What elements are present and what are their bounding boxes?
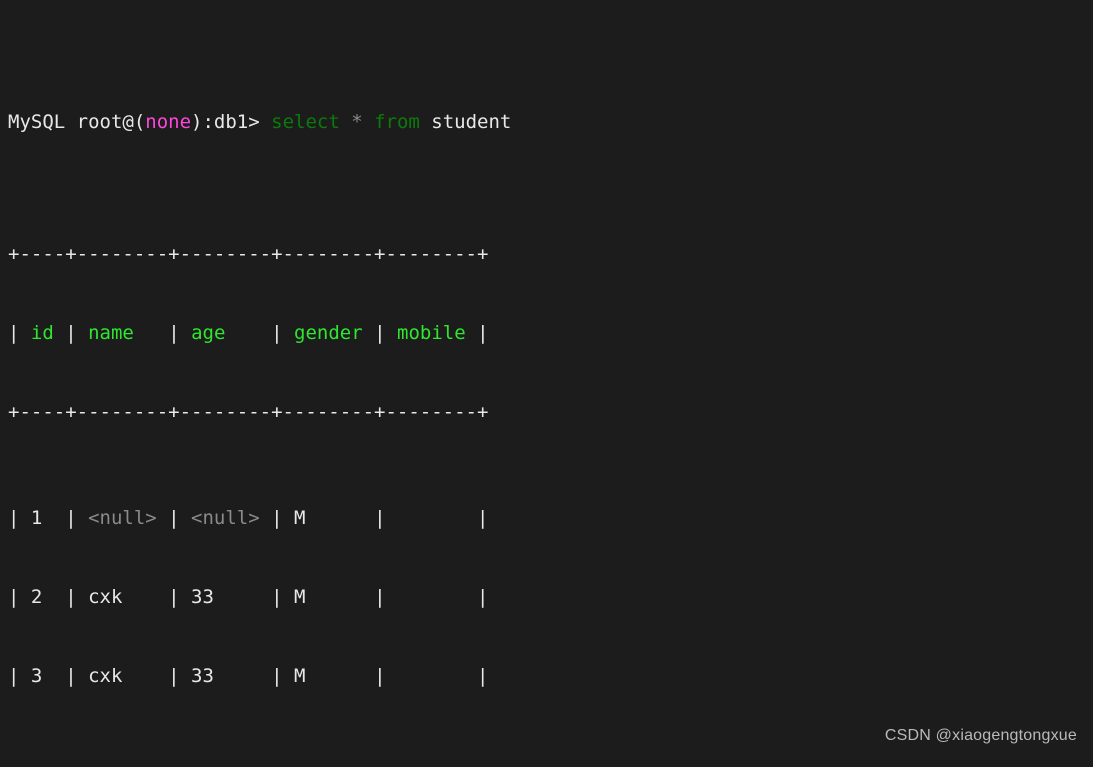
table1-header-sep-4: | bbox=[362, 321, 398, 344]
table1-column-gender: gender bbox=[294, 321, 363, 344]
table1-row2-age: 33 bbox=[191, 665, 260, 688]
table-row: | 2 | cxk | 33 | M | | bbox=[8, 584, 637, 610]
table1-row2-sep1: | bbox=[156, 665, 192, 688]
table1-row0-name: <null> bbox=[88, 506, 157, 529]
table-row: | 1 | <null> | <null> | M | | bbox=[8, 505, 637, 531]
table1-column-id: id bbox=[30, 321, 54, 344]
table1-row2-name: cxk bbox=[88, 665, 157, 688]
table1-row0-age: <null> bbox=[191, 506, 260, 529]
sql-star: * bbox=[339, 110, 375, 133]
prompt-close: ):db1> bbox=[191, 110, 272, 133]
table1-row0-rest: | M | | bbox=[259, 506, 489, 529]
prompt-client: MySQL bbox=[8, 110, 77, 133]
table1-column-mobile: mobile bbox=[397, 321, 466, 344]
table1-header-edge-left: | bbox=[8, 321, 31, 344]
sql-keyword-from: from bbox=[374, 110, 420, 133]
table1-column-age: age bbox=[191, 321, 226, 344]
prompt-user: root@( bbox=[76, 110, 146, 133]
table1-header-row: | id | name | age | gender | mobile | bbox=[8, 320, 637, 346]
table1-row0-sep1: | bbox=[156, 506, 192, 529]
table-row: | 3 | cxk | 33 | M | | bbox=[8, 663, 637, 689]
table1-row1-name: cxk bbox=[88, 585, 157, 608]
table1-row1-age: 33 bbox=[191, 585, 260, 608]
sql-table-name: student bbox=[419, 110, 512, 133]
table1-row0-id: | 1 | bbox=[8, 506, 89, 529]
table1-row1-sep1: | bbox=[156, 585, 192, 608]
table1-column-name: name bbox=[88, 321, 134, 344]
table1-row2-rest: | M | | bbox=[259, 665, 489, 688]
table1-row1-id: | 2 | bbox=[8, 585, 89, 608]
terminal-window[interactable]: MySQL root@(none):db1> select * from stu… bbox=[0, 0, 1093, 767]
prompt-db-context: none bbox=[145, 110, 192, 133]
table1-row2-id: | 3 | bbox=[8, 665, 89, 688]
table1-header-edge-right: | bbox=[465, 321, 489, 344]
sql-keyword-select: select bbox=[271, 110, 340, 133]
table1-border-top: +----+--------+--------+--------+-------… bbox=[8, 242, 489, 265]
prompt-line-select-1: MySQL root@(none):db1> select * from stu… bbox=[8, 109, 637, 135]
watermark-label: CSDN @xiaogengtongxue bbox=[884, 726, 1077, 744]
table1-header-sep-3: | bbox=[225, 321, 295, 344]
table1-header-sep-1: | bbox=[53, 321, 89, 344]
table1-border-mid: +----+--------+--------+--------+-------… bbox=[8, 401, 489, 424]
table1-row1-rest: | M | | bbox=[259, 585, 489, 608]
table1-header-sep-2: | bbox=[133, 321, 192, 344]
terminal-screen[interactable]: MySQL root@(none):db1> select * from stu… bbox=[8, 3, 637, 767]
